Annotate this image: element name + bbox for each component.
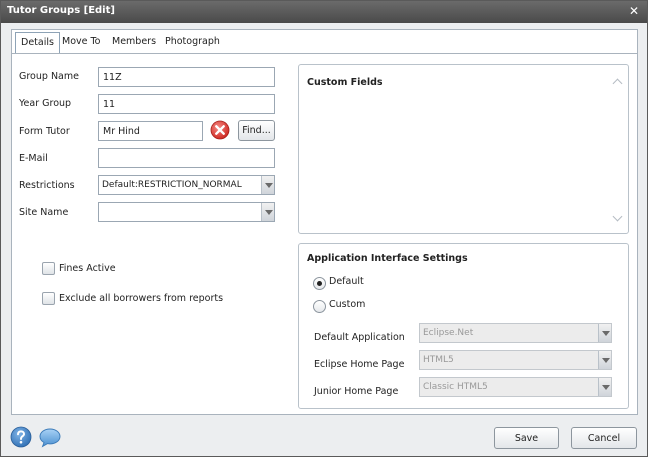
close-icon[interactable]: ✕: [629, 4, 639, 18]
clear-icon[interactable]: [210, 120, 230, 143]
restrictions-value: Default:RESTRICTION_NORMAL: [102, 180, 242, 190]
site-name-label: Site Name: [19, 207, 69, 218]
custom-radio-label: Custom: [329, 299, 366, 310]
group-name-label: Group Name: [19, 71, 79, 82]
custom-fields-panel: Custom Fields: [298, 64, 629, 234]
junior-home-page-label: Junior Home Page: [314, 386, 399, 397]
form-tutor-label: Form Tutor: [19, 126, 70, 137]
window-title: Tutor Groups [Edit]: [7, 5, 115, 16]
custom-fields-title: Custom Fields: [307, 77, 383, 88]
default-application-select[interactable]: Eclipse.Net: [419, 323, 612, 343]
default-application-value: Eclipse.Net: [423, 328, 474, 338]
tab-members[interactable]: Members: [107, 32, 161, 53]
find-tutor-button[interactable]: Find...: [238, 120, 275, 141]
restrictions-label: Restrictions: [19, 180, 75, 191]
chevron-down-icon: [261, 176, 274, 194]
eclipse-home-page-label: Eclipse Home Page: [314, 359, 405, 370]
chevron-down-icon: [261, 203, 274, 221]
year-group-label: Year Group: [19, 98, 72, 109]
exclude-borrowers-label: Exclude all borrowers from reports: [59, 293, 224, 304]
chat-icon[interactable]: [38, 427, 62, 452]
chevron-down-icon: [598, 351, 611, 369]
site-name-select[interactable]: [98, 202, 275, 222]
default-application-label: Default Application: [314, 332, 405, 343]
tab-move-to[interactable]: Move To: [57, 32, 106, 53]
chevron-down-icon: [598, 324, 611, 342]
form-tutor-input[interactable]: [98, 121, 203, 141]
chevron-down-icon: [598, 378, 611, 396]
tutor-groups-dialog: Tutor Groups [Edit] ✕ Details Move To Me…: [0, 0, 648, 457]
fines-active-checkbox[interactable]: [42, 262, 55, 275]
cancel-button[interactable]: Cancel: [571, 427, 637, 449]
fines-active-label: Fines Active: [59, 263, 116, 274]
eclipse-home-page-select[interactable]: HTML5: [419, 350, 612, 370]
email-label: E-Mail: [19, 153, 48, 164]
scroll-up-icon[interactable]: [612, 77, 622, 85]
app-settings-title: Application Interface Settings: [307, 253, 468, 264]
junior-home-page-value: Classic HTML5: [423, 382, 488, 392]
tab-bar: Details Move To Members Photograph: [11, 29, 638, 53]
scroll-down-icon[interactable]: [612, 213, 622, 221]
tab-details[interactable]: Details: [15, 32, 60, 53]
save-button[interactable]: Save: [494, 427, 559, 449]
junior-home-page-select[interactable]: Classic HTML5: [419, 377, 612, 397]
email-input[interactable]: [98, 148, 275, 168]
exclude-borrowers-checkbox[interactable]: [42, 292, 55, 305]
title-bar: Tutor Groups [Edit] ✕: [1, 1, 647, 23]
restrictions-select[interactable]: Default:RESTRICTION_NORMAL: [98, 175, 275, 195]
default-radio[interactable]: [313, 277, 326, 290]
custom-radio[interactable]: [313, 300, 326, 313]
year-group-input[interactable]: [98, 94, 275, 114]
default-radio-label: Default: [329, 276, 364, 287]
eclipse-home-page-value: HTML5: [423, 355, 454, 365]
group-name-input[interactable]: [98, 67, 275, 87]
help-icon[interactable]: [10, 426, 32, 451]
tab-photograph[interactable]: Photograph: [160, 32, 225, 53]
